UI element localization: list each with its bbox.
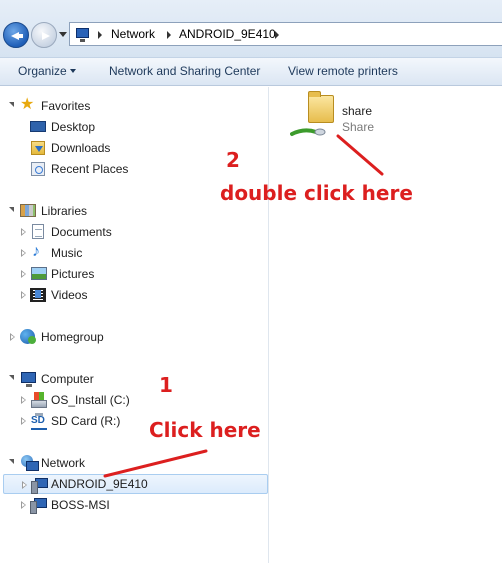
- nav-network[interactable]: Network: [0, 453, 269, 473]
- breadcrumb-android[interactable]: ANDROID_9E410: [179, 27, 276, 41]
- nav-label: Computer: [41, 372, 94, 386]
- collapsed-arrow-icon[interactable]: [21, 417, 26, 425]
- sd-card-icon: SD: [31, 413, 47, 430]
- nav-music[interactable]: ♪ Music: [0, 243, 269, 263]
- nav-label: Favorites: [41, 99, 91, 113]
- libraries-icon: [20, 204, 36, 217]
- nav-label: Downloads: [51, 141, 111, 155]
- nav-desktop[interactable]: Desktop: [0, 117, 269, 137]
- chevron-right-icon[interactable]: [167, 31, 171, 39]
- annotation-step1-number: 1: [159, 373, 173, 397]
- collapsed-arrow-icon[interactable]: [21, 291, 26, 299]
- nav-label: OS_Install (C:): [51, 393, 130, 407]
- nav-computer[interactable]: Computer: [0, 369, 269, 389]
- back-button[interactable]: [3, 22, 29, 48]
- network-computer-icon: [31, 478, 48, 494]
- nav-documents[interactable]: Documents: [0, 222, 269, 242]
- collapsed-arrow-icon[interactable]: [21, 396, 26, 404]
- computer-icon: [76, 28, 89, 42]
- recent-pages-dropdown[interactable]: [59, 32, 67, 37]
- collapsed-arrow-icon[interactable]: [21, 270, 26, 278]
- forward-button[interactable]: [31, 22, 57, 48]
- downloads-icon: [31, 141, 45, 155]
- nav-pictures[interactable]: Pictures: [0, 264, 269, 284]
- network-computer-icon: [30, 498, 47, 514]
- nav-label: Videos: [51, 288, 88, 302]
- nav-label: Music: [51, 246, 83, 260]
- network-sharing-center-button[interactable]: Network and Sharing Center: [109, 64, 260, 78]
- collapsed-arrow-icon[interactable]: [21, 228, 26, 236]
- share-item-name[interactable]: share: [342, 104, 372, 118]
- shared-folder-icon[interactable]: [308, 91, 334, 123]
- desktop-icon: [30, 121, 46, 132]
- address-box[interactable]: Network ANDROID_9E410: [69, 22, 502, 46]
- share-item-type: Share: [342, 120, 375, 134]
- network-icon: [21, 455, 39, 471]
- address-bar-area: Network ANDROID_9E410: [0, 0, 502, 58]
- expanded-arrow-icon[interactable]: [9, 207, 14, 212]
- nav-label: SD Card (R:): [51, 414, 121, 428]
- collapsed-arrow-icon[interactable]: [21, 501, 26, 509]
- annotation-step2-number: 2: [226, 148, 240, 172]
- nav-drive-c[interactable]: OS_Install (C:): [0, 390, 269, 410]
- computer-icon: [21, 372, 36, 387]
- homegroup-icon: [20, 329, 36, 344]
- chevron-down-icon[interactable]: [70, 69, 76, 73]
- organize-button[interactable]: Organize: [18, 64, 67, 78]
- expanded-arrow-icon[interactable]: [9, 459, 14, 464]
- network-share-cable-icon: [290, 128, 326, 136]
- nav-label: BOSS-MSI: [51, 498, 110, 512]
- nav-android-9e410[interactable]: ANDROID_9E410: [3, 474, 268, 494]
- breadcrumb-network[interactable]: Network: [111, 27, 155, 41]
- collapsed-arrow-icon[interactable]: [21, 249, 26, 257]
- nav-label: Documents: [51, 225, 112, 239]
- collapsed-arrow-icon[interactable]: [22, 481, 27, 489]
- nav-favorites[interactable]: ★ Favorites: [0, 96, 269, 116]
- view-remote-printers-button[interactable]: View remote printers: [288, 64, 398, 78]
- nav-label: Recent Places: [51, 162, 129, 176]
- pictures-icon: [31, 267, 47, 280]
- hard-drive-icon: [31, 392, 47, 408]
- nav-videos[interactable]: Videos: [0, 285, 269, 305]
- recent-places-icon: [31, 162, 45, 176]
- annotation-step2-text: double click here: [220, 181, 413, 205]
- documents-icon: [32, 224, 44, 239]
- command-toolbar: Organize Network and Sharing Center View…: [0, 58, 502, 86]
- nav-boss-msi[interactable]: BOSS-MSI: [0, 495, 269, 515]
- annotation-step1-text: Click here: [149, 418, 261, 442]
- chevron-right-icon[interactable]: [98, 31, 102, 39]
- expanded-arrow-icon[interactable]: [9, 375, 14, 380]
- nav-label: Homegroup: [41, 330, 104, 344]
- nav-label: Libraries: [41, 204, 88, 218]
- collapsed-arrow-icon[interactable]: [10, 333, 15, 341]
- nav-label: Desktop: [51, 120, 96, 134]
- music-icon: ♪: [32, 243, 40, 260]
- expanded-arrow-icon[interactable]: [9, 102, 14, 107]
- nav-label: Pictures: [51, 267, 95, 281]
- nav-label: Network: [41, 456, 86, 470]
- videos-icon: [30, 288, 46, 302]
- chevron-right-icon[interactable]: [275, 31, 279, 39]
- nav-homegroup[interactable]: Homegroup: [0, 327, 269, 347]
- file-list-area[interactable]: [270, 87, 502, 563]
- star-icon: ★: [20, 96, 35, 113]
- nav-label: ANDROID_9E410: [51, 477, 148, 491]
